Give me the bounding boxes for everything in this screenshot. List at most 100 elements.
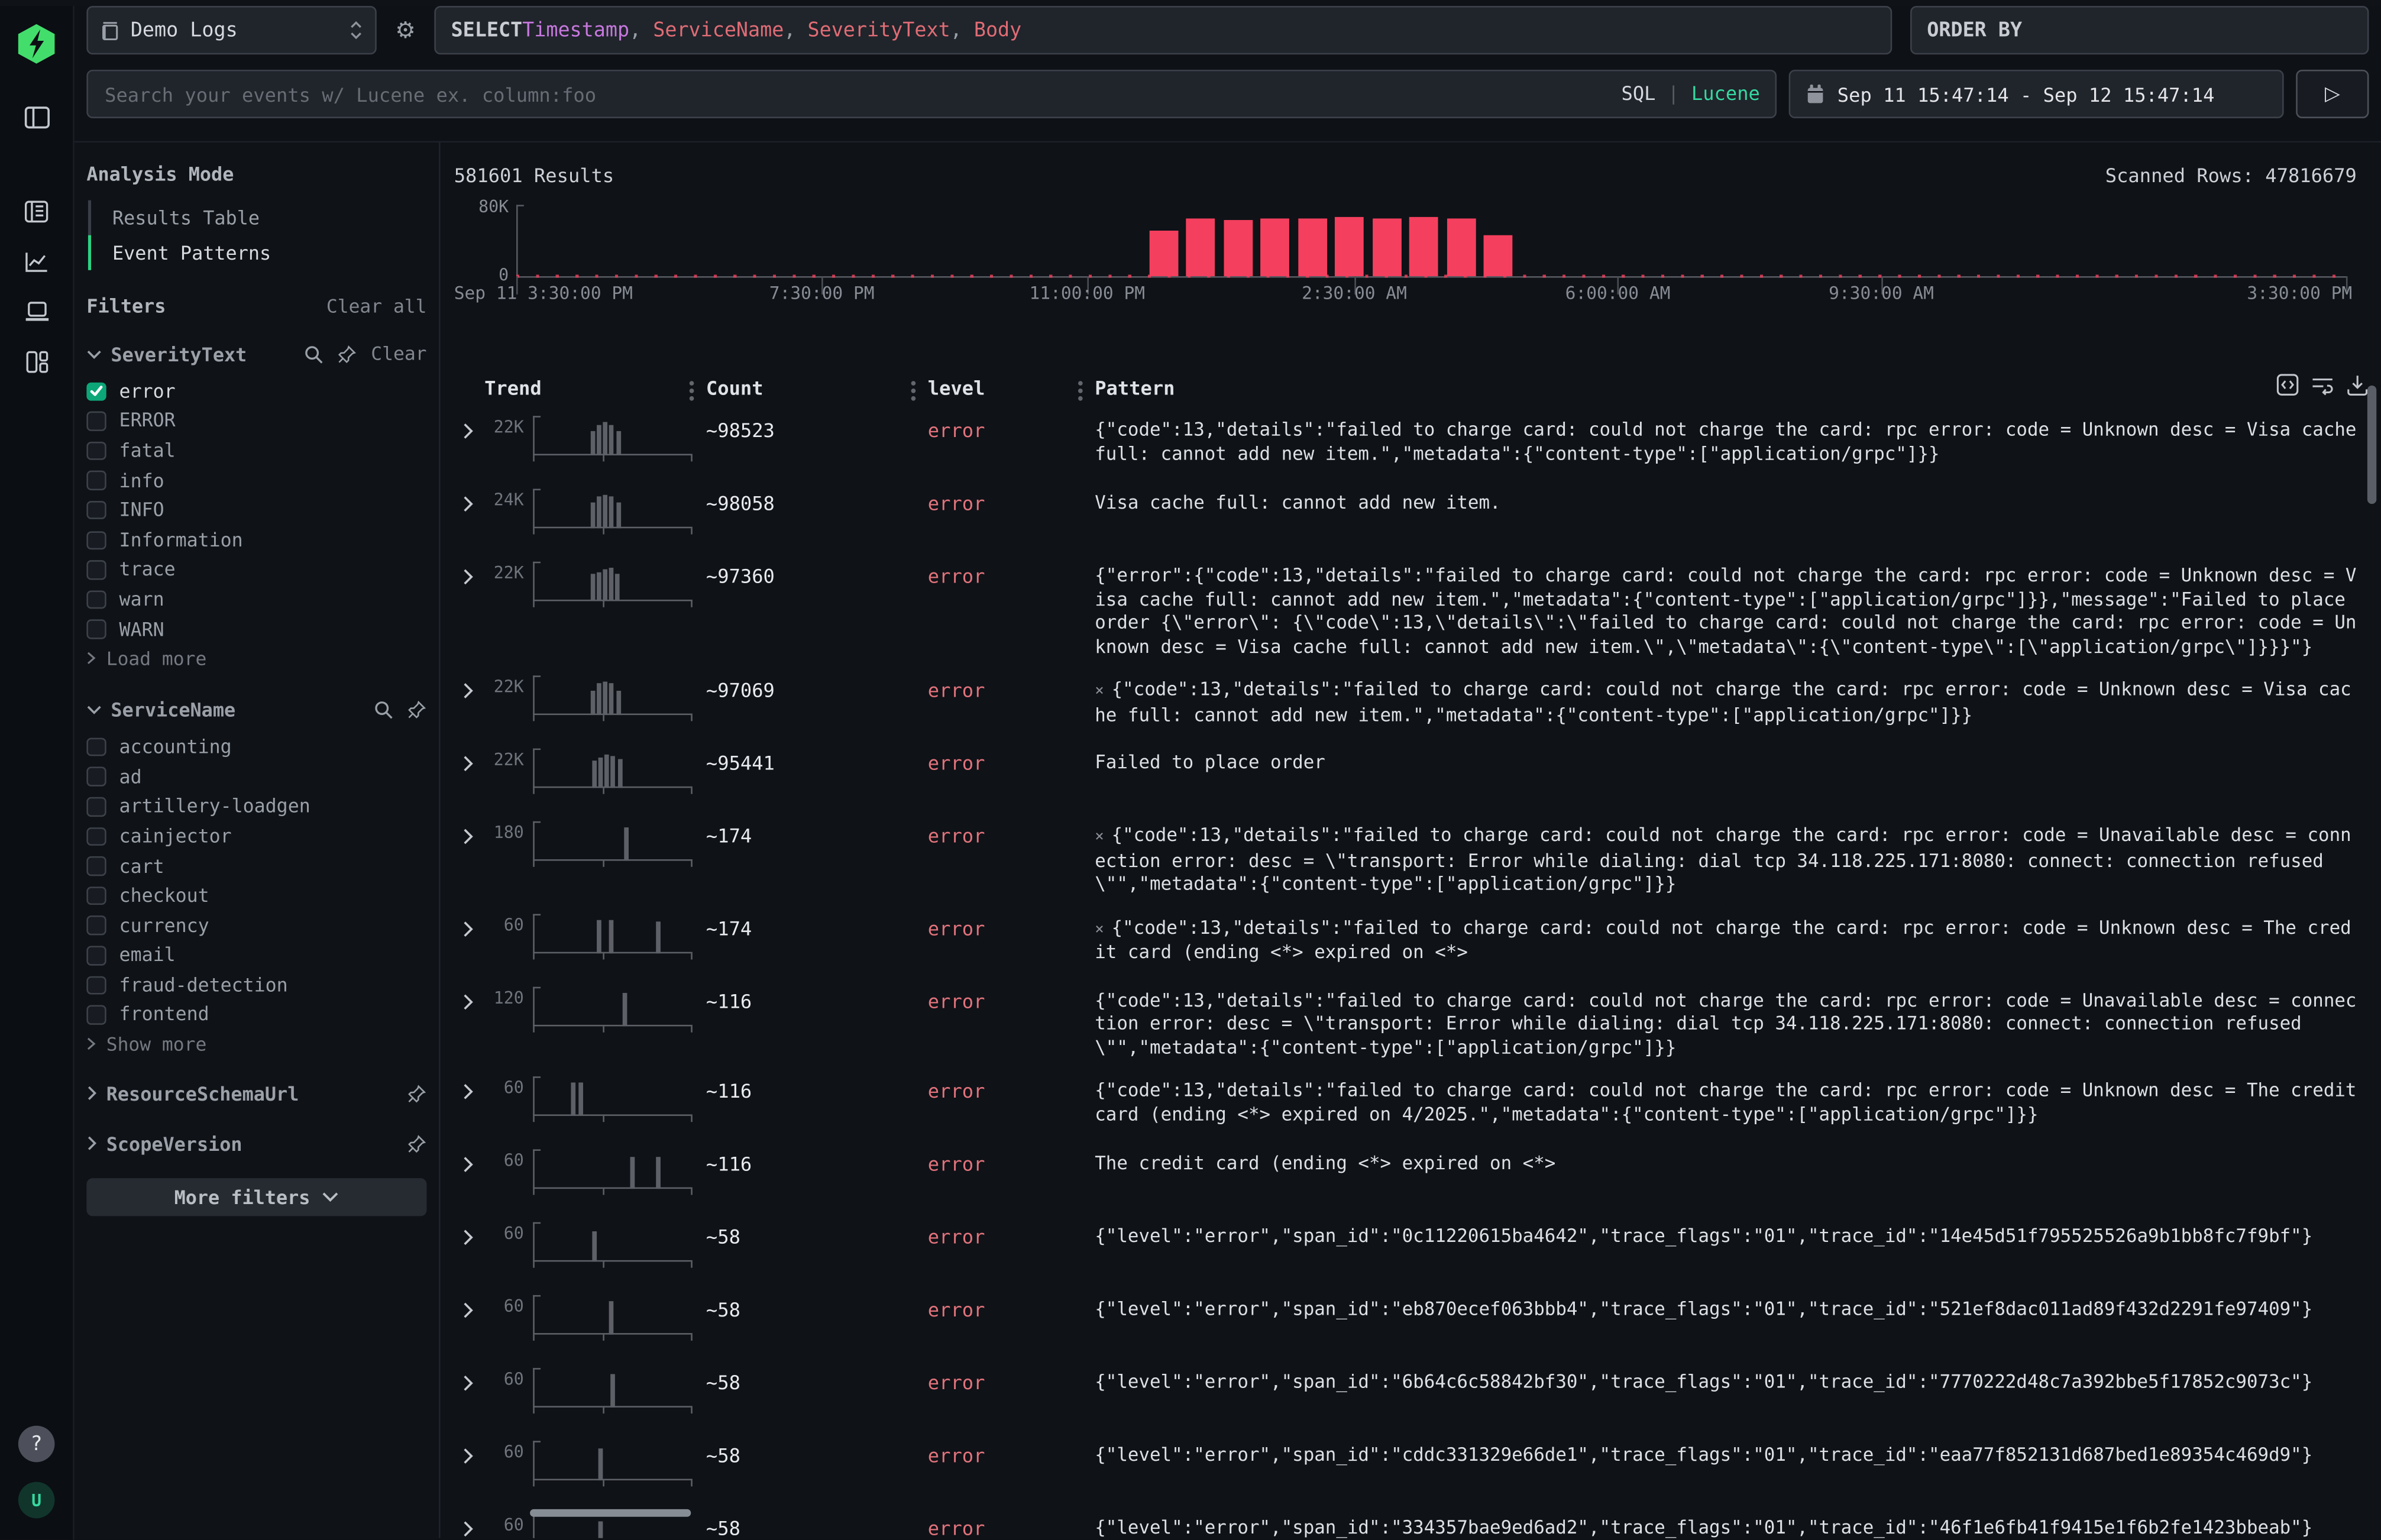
expand-row-button[interactable] <box>454 821 484 846</box>
table-row[interactable]: 120~116error{"code":13,"details":"failed… <box>454 979 2381 1069</box>
vertical-scrollbar[interactable] <box>2367 386 2376 504</box>
histogram-bar[interactable] <box>1149 231 1178 276</box>
user-avatar[interactable]: U <box>18 1482 55 1519</box>
clear-group-button[interactable]: Clear <box>371 343 426 364</box>
filter-option[interactable]: Information <box>86 525 426 555</box>
checkbox[interactable] <box>86 441 105 460</box>
checkbox[interactable] <box>86 620 105 639</box>
column-resize-handle[interactable] <box>1078 380 1083 385</box>
pattern-cell[interactable]: {"level":"error","span_id":"eb870ecef063… <box>1095 1295 2381 1331</box>
pin-icon[interactable] <box>407 1134 426 1153</box>
filter-option[interactable]: warn <box>86 585 426 614</box>
column-header-pattern[interactable]: Pattern <box>1095 376 2381 399</box>
histogram-bar[interactable] <box>1261 218 1290 276</box>
table-row[interactable]: 60~116error{"code":13,"details":"failed … <box>454 1069 2381 1141</box>
checkbox[interactable] <box>86 768 105 787</box>
checkbox[interactable] <box>86 976 105 995</box>
checkbox[interactable] <box>86 887 105 905</box>
view-code-icon[interactable] <box>2276 373 2299 396</box>
show-more-button[interactable]: Show more <box>86 1030 426 1059</box>
filter-option[interactable]: trace <box>86 555 426 584</box>
checkbox[interactable] <box>86 560 105 579</box>
column-resize-handle[interactable] <box>911 380 916 385</box>
pattern-cell[interactable]: {"level":"error","span_id":"0c11220615ba… <box>1095 1222 2381 1258</box>
lucene-mode-toggle[interactable]: Lucene <box>1691 82 1760 105</box>
filter-option[interactable]: email <box>86 940 426 970</box>
pattern-cell[interactable]: {"error":{"code":13,"details":"failed to… <box>1095 562 2381 668</box>
filter-option[interactable]: accounting <box>86 732 426 762</box>
histogram-bar[interactable] <box>1372 218 1401 276</box>
filter-option[interactable]: WARN <box>86 614 426 644</box>
select-columns-input[interactable]: SELECT Timestamp, ServiceName, SeverityT… <box>434 6 1892 54</box>
filter-option[interactable]: artillery-loadgen <box>86 792 426 821</box>
expand-row-button[interactable] <box>454 1295 484 1319</box>
column-header-trend[interactable]: Trend <box>484 376 706 399</box>
chevron-down-icon[interactable] <box>86 348 102 359</box>
column-resize-handle[interactable] <box>690 380 694 385</box>
chevron-down-icon[interactable] <box>86 704 102 715</box>
nav-search-logs[interactable] <box>14 193 59 229</box>
pattern-cell[interactable]: {"code":13,"details":"failed to charge c… <box>1095 1076 2381 1135</box>
column-header-level[interactable]: level <box>928 376 1095 399</box>
search-icon[interactable] <box>304 344 323 363</box>
histogram-bar[interactable] <box>1224 220 1253 276</box>
search-input[interactable] <box>86 70 1777 118</box>
table-row[interactable]: 60~58error{"level":"error","span_id":"33… <box>454 1506 2381 1538</box>
filter-option[interactable]: fatal <box>86 436 426 465</box>
checkbox[interactable] <box>86 501 105 520</box>
expand-row-button[interactable] <box>454 986 484 1010</box>
pattern-cell[interactable]: ×{"code":13,"details":"failed to charge … <box>1095 913 2381 974</box>
order-by-input[interactable]: ORDER BY <box>1910 6 2369 54</box>
table-row[interactable]: 22K~95441errorFailed to place order <box>454 741 2381 814</box>
table-row[interactable]: 22K~98523error{"code":13,"details":"fail… <box>454 408 2381 481</box>
expand-row-button[interactable] <box>454 913 484 937</box>
run-query-button[interactable]: ▷ <box>2296 70 2369 118</box>
histogram-bar[interactable] <box>1335 217 1364 276</box>
checkbox[interactable] <box>86 1005 105 1024</box>
checkbox[interactable] <box>86 382 105 401</box>
checkbox[interactable] <box>86 412 105 431</box>
expand-row-button[interactable] <box>454 1149 484 1173</box>
load-more-button[interactable]: Load more <box>86 644 426 673</box>
filter-option[interactable]: error <box>86 376 426 406</box>
mode-results-table[interactable]: Results Table <box>88 200 427 235</box>
histogram-bar[interactable] <box>1186 219 1215 276</box>
expand-row-button[interactable] <box>454 1441 484 1465</box>
filter-option[interactable]: fraud-detection <box>86 970 426 1000</box>
expand-row-button[interactable] <box>454 749 484 773</box>
pattern-cell[interactable]: {"code":13,"details":"failed to charge c… <box>1095 986 2381 1069</box>
table-row[interactable]: 60~58error{"level":"error","span_id":"eb… <box>454 1287 2381 1360</box>
help-button[interactable]: ? <box>18 1426 55 1463</box>
checkbox[interactable] <box>86 946 105 965</box>
nav-dashboards[interactable] <box>14 343 59 380</box>
pattern-cell[interactable]: ×{"code":13,"details":"failed to charge … <box>1095 821 2381 906</box>
filter-option[interactable]: currency <box>86 911 426 940</box>
clear-all-button[interactable]: Clear all <box>326 295 427 316</box>
checkbox[interactable] <box>86 827 105 846</box>
filter-group-name[interactable]: ServiceName <box>111 698 364 721</box>
filter-option[interactable]: info <box>86 465 426 495</box>
table-row[interactable]: 180~174error×{"code":13,"details":"faile… <box>454 814 2381 905</box>
table-row[interactable]: 24K~98058errorVisa cache full: cannot ad… <box>454 481 2381 554</box>
filter-group-name[interactable]: SeverityText <box>111 342 295 365</box>
expand-row-button[interactable] <box>454 488 484 513</box>
filter-group-scopeversion[interactable]: ScopeVersion <box>86 1128 426 1159</box>
pattern-cell[interactable]: The credit card (ending <*> expired on <… <box>1095 1149 2381 1185</box>
filter-option[interactable]: ERROR <box>86 406 426 436</box>
pattern-cell[interactable]: {"code":13,"details":"failed to charge c… <box>1095 416 2381 475</box>
sidebar-toggle-button[interactable] <box>14 99 59 135</box>
pattern-cell[interactable]: {"level":"error","span_id":"cddc331329e6… <box>1095 1441 2381 1476</box>
pattern-cell[interactable]: Failed to place order <box>1095 749 2381 784</box>
download-icon[interactable] <box>2346 373 2369 396</box>
pin-icon[interactable] <box>407 700 426 719</box>
pattern-cell[interactable]: ×{"code":13,"details":"failed to charge … <box>1095 675 2381 736</box>
nav-sessions[interactable] <box>14 293 59 329</box>
mode-event-patterns[interactable]: Event Patterns <box>88 235 427 270</box>
table-row[interactable]: 60~116errorThe credit card (ending <*> e… <box>454 1142 2381 1215</box>
filter-option[interactable]: frontend <box>86 1000 426 1030</box>
expand-row-button[interactable] <box>454 1514 484 1538</box>
checkbox[interactable] <box>86 857 105 876</box>
source-settings-button[interactable]: ⚙ <box>389 6 422 54</box>
expand-row-button[interactable] <box>454 562 484 586</box>
pattern-cell[interactable]: Visa cache full: cannot add new item. <box>1095 488 2381 524</box>
